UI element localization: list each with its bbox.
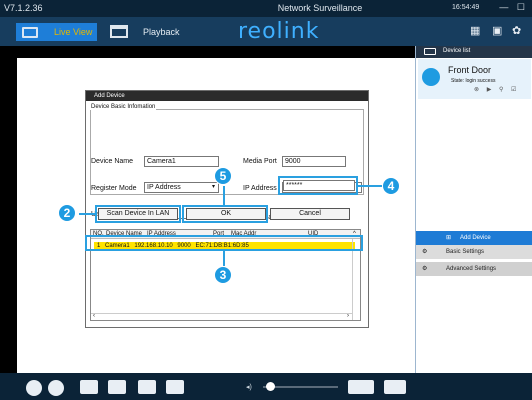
register-mode-value: IP Address (147, 184, 181, 191)
record-icon[interactable] (166, 380, 184, 394)
cancel-button[interactable]: Cancel (270, 208, 350, 220)
next-page-icon[interactable] (108, 380, 126, 394)
connector-4 (357, 185, 382, 187)
clapper-icon (110, 25, 128, 38)
highlight-device-row (85, 235, 363, 251)
version-label: V7.1.2.36 (4, 3, 43, 13)
layout-icon[interactable] (348, 380, 374, 394)
tab-live-view-label: Live View (54, 27, 93, 37)
advanced-settings-button[interactable]: ⚙ Advanced Settings (416, 262, 532, 276)
sidebar: Device list Front Door State: login succ… (415, 46, 532, 373)
volume-icon: ◂) (246, 384, 252, 391)
highlight-scan (95, 205, 181, 223)
ram-icon[interactable]: ▦ (470, 24, 480, 37)
grid-icon[interactable]: ▣ (492, 24, 502, 37)
plus-icon: ⊞ (446, 235, 452, 241)
clock: 16:54:49 (452, 4, 480, 11)
snapshot-icon[interactable] (138, 380, 156, 394)
callout-3: 3 (214, 266, 232, 284)
advanced-settings-label: Advanced Settings (446, 266, 497, 272)
media-port-label: Media Port (243, 158, 277, 165)
callout-4: 4 (382, 177, 400, 195)
device-list-title: Device list (443, 48, 471, 54)
title-bar: V7.1.2.36 Network Surveillance 16:54:49 … (0, 0, 532, 17)
device-name-field[interactable]: Camera1 (144, 156, 219, 167)
window-controls[interactable]: — ☐ (499, 2, 528, 13)
play-icon[interactable] (26, 380, 42, 396)
settings-icon: ⚙ (422, 249, 428, 255)
brand-logo: reolink (238, 19, 320, 44)
add-device-label: Add Device (460, 235, 491, 241)
basic-settings-label: Basic Settings (446, 249, 485, 255)
device-name-label: Device Name (91, 158, 134, 165)
camera-icon (422, 68, 440, 86)
fullscreen-icon[interactable] (384, 380, 406, 394)
media-port-field[interactable]: 9000 (282, 156, 346, 167)
stop-icon[interactable] (48, 380, 64, 396)
connector-3 (223, 251, 225, 266)
advanced-settings-icon: ⚙ (422, 266, 428, 272)
callout-5: 5 (214, 167, 232, 185)
device-list-icon (424, 48, 436, 55)
connector-2 (79, 213, 95, 215)
register-mode-label: Register Mode (91, 185, 137, 192)
device-list-header: Device list (416, 46, 532, 58)
scroll-right-icon[interactable]: › (347, 313, 349, 319)
device-name: Front Door (448, 65, 492, 75)
highlight-password (278, 176, 358, 195)
volume-slider-knob[interactable] (266, 382, 275, 391)
ip-address-label: IP Address (243, 185, 277, 192)
vertical-scrollbar[interactable] (352, 239, 360, 320)
prev-page-icon[interactable] (80, 380, 98, 394)
device-state: State: login success (451, 78, 496, 84)
device-item-front-door[interactable]: Front Door State: login success ⊗ ▶ ⚲ ☑ (418, 59, 531, 99)
app-window: V7.1.2.36 Network Surveillance 16:54:49 … (0, 0, 532, 400)
group-title: Device Basic Infomation (90, 104, 157, 110)
scroll-left-icon[interactable]: ‹ (93, 313, 95, 319)
connector-5 (223, 186, 225, 205)
window-title: Network Surveillance (277, 3, 363, 13)
basic-settings-button[interactable]: ⚙ Basic Settings (416, 245, 532, 259)
dialog-title: Add Device (86, 91, 368, 101)
tab-live-view[interactable]: Live View (16, 23, 97, 41)
callout-2: 2 (58, 204, 76, 222)
register-mode-select[interactable]: IP Address ▾ (144, 182, 219, 193)
horizontal-scrollbar[interactable]: ‹ › (91, 313, 352, 320)
add-device-button[interactable]: ⊞ Add Device (416, 231, 532, 245)
gear-icon[interactable]: ✿ (512, 24, 521, 37)
highlight-ok (182, 205, 268, 223)
tab-playback-label: Playback (143, 27, 180, 37)
chevron-down-icon: ▾ (211, 184, 215, 190)
device-actions[interactable]: ⊗ ▶ ⚲ ☑ (474, 86, 519, 93)
monitor-icon (22, 27, 38, 38)
